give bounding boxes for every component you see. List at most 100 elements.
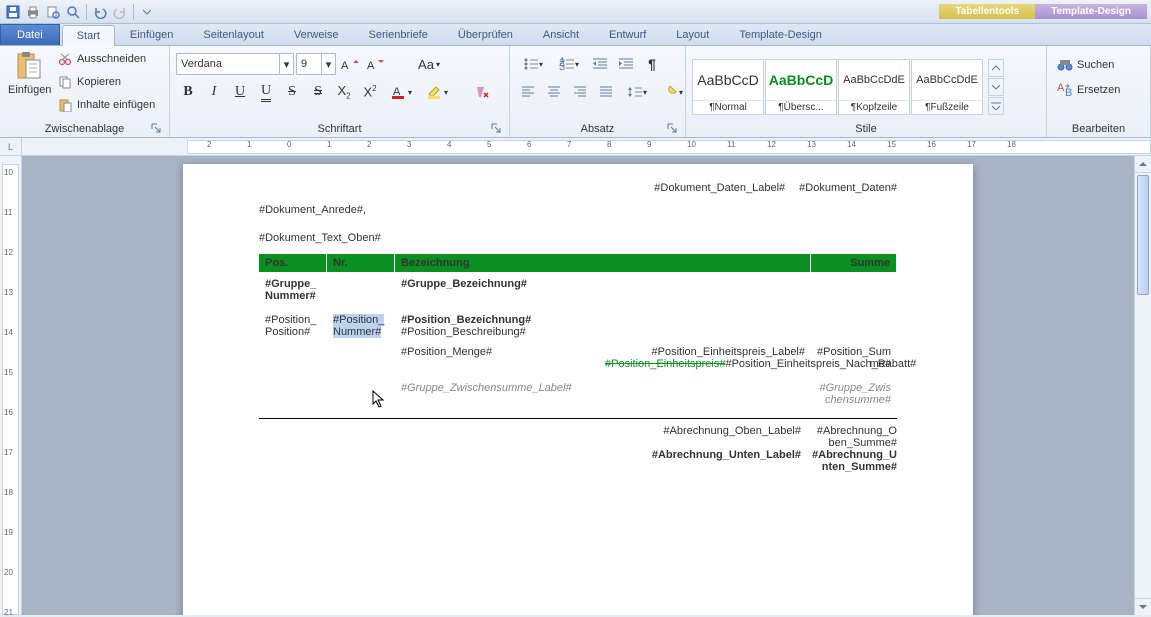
table-row[interactable]: #Gruppe_Zwischensumme_Label# #Gruppe_Zwi… [259,376,897,412]
tab-review[interactable]: Überprüfen [443,24,528,45]
font-size-combo[interactable]: ▾ [296,53,336,75]
group-styles: AaBbCcD¶Normal AaBbCcD¶Übersc... AaBbCcD… [686,46,1047,137]
scroll-down-icon[interactable] [1135,598,1151,615]
style-kopfzeile[interactable]: AaBbCcDdE¶Kopfzeile [838,59,910,115]
replace-button[interactable]: ABErsetzen [1053,79,1124,101]
increase-indent-icon[interactable] [614,52,638,76]
tab-insert[interactable]: Einfügen [115,24,188,45]
line-spacing-button[interactable]: ▾ [620,80,654,104]
font-name-input[interactable] [177,54,279,74]
qat-customize-icon[interactable] [138,3,156,21]
ruler-tick: 6 [527,140,531,149]
tab-file[interactable]: Datei [0,24,60,45]
align-justify-icon[interactable] [594,80,618,104]
abrechnung-oben[interactable]: #Abrechnung_Oben_Label# #Abrechnung_Oben… [259,425,897,449]
divider [259,418,897,419]
save-icon[interactable] [4,3,22,21]
font-size-input[interactable] [297,54,321,74]
font-color-button[interactable]: A▾ [384,80,418,104]
double-strikethrough-icon[interactable]: S [306,80,330,104]
chevron-down-icon[interactable]: ▾ [321,54,335,74]
align-right-icon[interactable] [568,80,592,104]
group-bez: #Gruppe_Bezeichnung# [395,276,811,304]
bold-icon[interactable]: B [176,80,200,104]
scroll-up-icon[interactable] [1135,156,1151,173]
tab-view[interactable]: Ansicht [528,24,594,45]
shading-button[interactable]: ▾ [656,80,690,104]
double-underline-icon[interactable]: U [254,80,278,104]
copy-button[interactable]: Kopieren [53,71,159,93]
cut-button[interactable]: Ausschneiden [53,48,159,70]
document-scroll-area[interactable]: #Dokument_Daten_Label# #Dokument_Daten# … [22,156,1134,615]
italic-icon[interactable]: I [202,80,226,104]
numbering-button[interactable]: 123▾ [552,52,586,76]
ruler-tick: 11 [4,208,12,217]
vertical-ruler[interactable]: 101112131415161718192021 [0,156,22,615]
group-font: ▾ ▾ A A Aa▾ B I U U S S X2 X2 A▾ ▾ [170,46,510,137]
clipboard-icon [57,97,73,113]
tab-references[interactable]: Verweise [279,24,354,45]
styles-more-icon[interactable] [988,97,1004,115]
abrechnung-unten[interactable]: #Abrechnung_Unten_Label# #Abrechnung_Unt… [259,449,897,473]
font-name-combo[interactable]: ▾ [176,53,294,75]
th-bez: Bezeichnung [395,254,811,272]
styles-down-icon[interactable] [988,78,1004,96]
ruler-corner[interactable]: L [0,138,22,155]
align-left-icon[interactable] [516,80,540,104]
ruler-tick: 1 [327,140,331,149]
doc-daten: #Dokument_Daten# [799,182,897,194]
bullets-button[interactable]: ▾ [516,52,550,76]
show-marks-icon[interactable]: ¶ [640,52,664,76]
tab-draft[interactable]: Entwurf [594,24,661,45]
dialog-launcher-icon[interactable] [149,121,163,135]
group-paragraph: ▾ 123▾ ¶ ▾ ▾ Absatz [510,46,686,137]
ruler-tick: 2 [207,140,211,149]
horizontal-ruler[interactable]: 210123456789101112131415161718 [187,138,1151,155]
tab-pagelayout[interactable]: Seitenlayout [188,24,279,45]
tab-templatedesign[interactable]: Template-Design [724,24,837,45]
redo-icon[interactable] [111,3,129,21]
print-preview-icon[interactable] [44,3,62,21]
dialog-launcher-icon[interactable] [489,121,503,135]
find-icon[interactable] [64,3,82,21]
style-uebersc[interactable]: AaBbCcD¶Übersc... [765,59,837,115]
align-center-icon[interactable] [542,80,566,104]
th-nr: Nr. [327,254,395,272]
strikethrough-icon[interactable]: S [280,80,304,104]
doc-anrede[interactable]: #Dokument_Anrede#, [259,204,897,216]
styles-up-icon[interactable] [988,59,1004,77]
position-nummer-selected[interactable]: #Position_Nummer# [333,314,384,338]
th-pos: Pos. [259,254,327,272]
highlight-button[interactable]: ▾ [420,80,454,104]
find-button[interactable]: Suchen [1053,54,1118,76]
cut-label: Ausschneiden [77,53,146,65]
clear-formatting-icon[interactable] [470,80,494,104]
dialog-launcher-icon[interactable] [665,121,679,135]
shrink-font-icon[interactable]: A [364,52,388,76]
undo-icon[interactable] [91,3,109,21]
style-normal[interactable]: AaBbCcD¶Normal [692,59,764,115]
ruler-tick: 15 [4,368,13,377]
style-fusszeile[interactable]: AaBbCcDdE¶Fußzeile [911,59,983,115]
subscript-icon[interactable]: X2 [332,80,356,104]
group-paragraph-label: Absatz [581,123,615,135]
scroll-thumb[interactable] [1137,175,1149,295]
superscript-icon[interactable]: X2 [358,80,382,104]
decrease-indent-icon[interactable] [588,52,612,76]
tab-layout[interactable]: Layout [661,24,724,45]
doc-text-oben[interactable]: #Dokument_Text_Oben# [259,232,897,244]
table-row[interactable]: #Position_Position# #Position_Nummer# #P… [259,308,897,376]
underline-icon[interactable]: U [228,80,252,104]
paste-special-button[interactable]: Inhalte einfügen [53,94,159,116]
print-icon[interactable] [24,3,42,21]
paste-button[interactable]: Einfügen [6,48,50,98]
vertical-scrollbar[interactable] [1134,156,1151,615]
change-case-button[interactable]: Aa▾ [412,52,446,76]
group-clipboard-label: Zwischenablage [45,123,125,135]
table-row[interactable]: #Gruppe_Nummer# #Gruppe_Bezeichnung# [259,272,897,308]
group-number: #Gruppe_Nummer# [259,276,327,304]
grow-font-icon[interactable]: A [338,52,362,76]
tab-start[interactable]: Start [62,25,115,46]
chevron-down-icon[interactable]: ▾ [279,54,293,74]
tab-mailmerge[interactable]: Serienbriefe [354,24,443,45]
